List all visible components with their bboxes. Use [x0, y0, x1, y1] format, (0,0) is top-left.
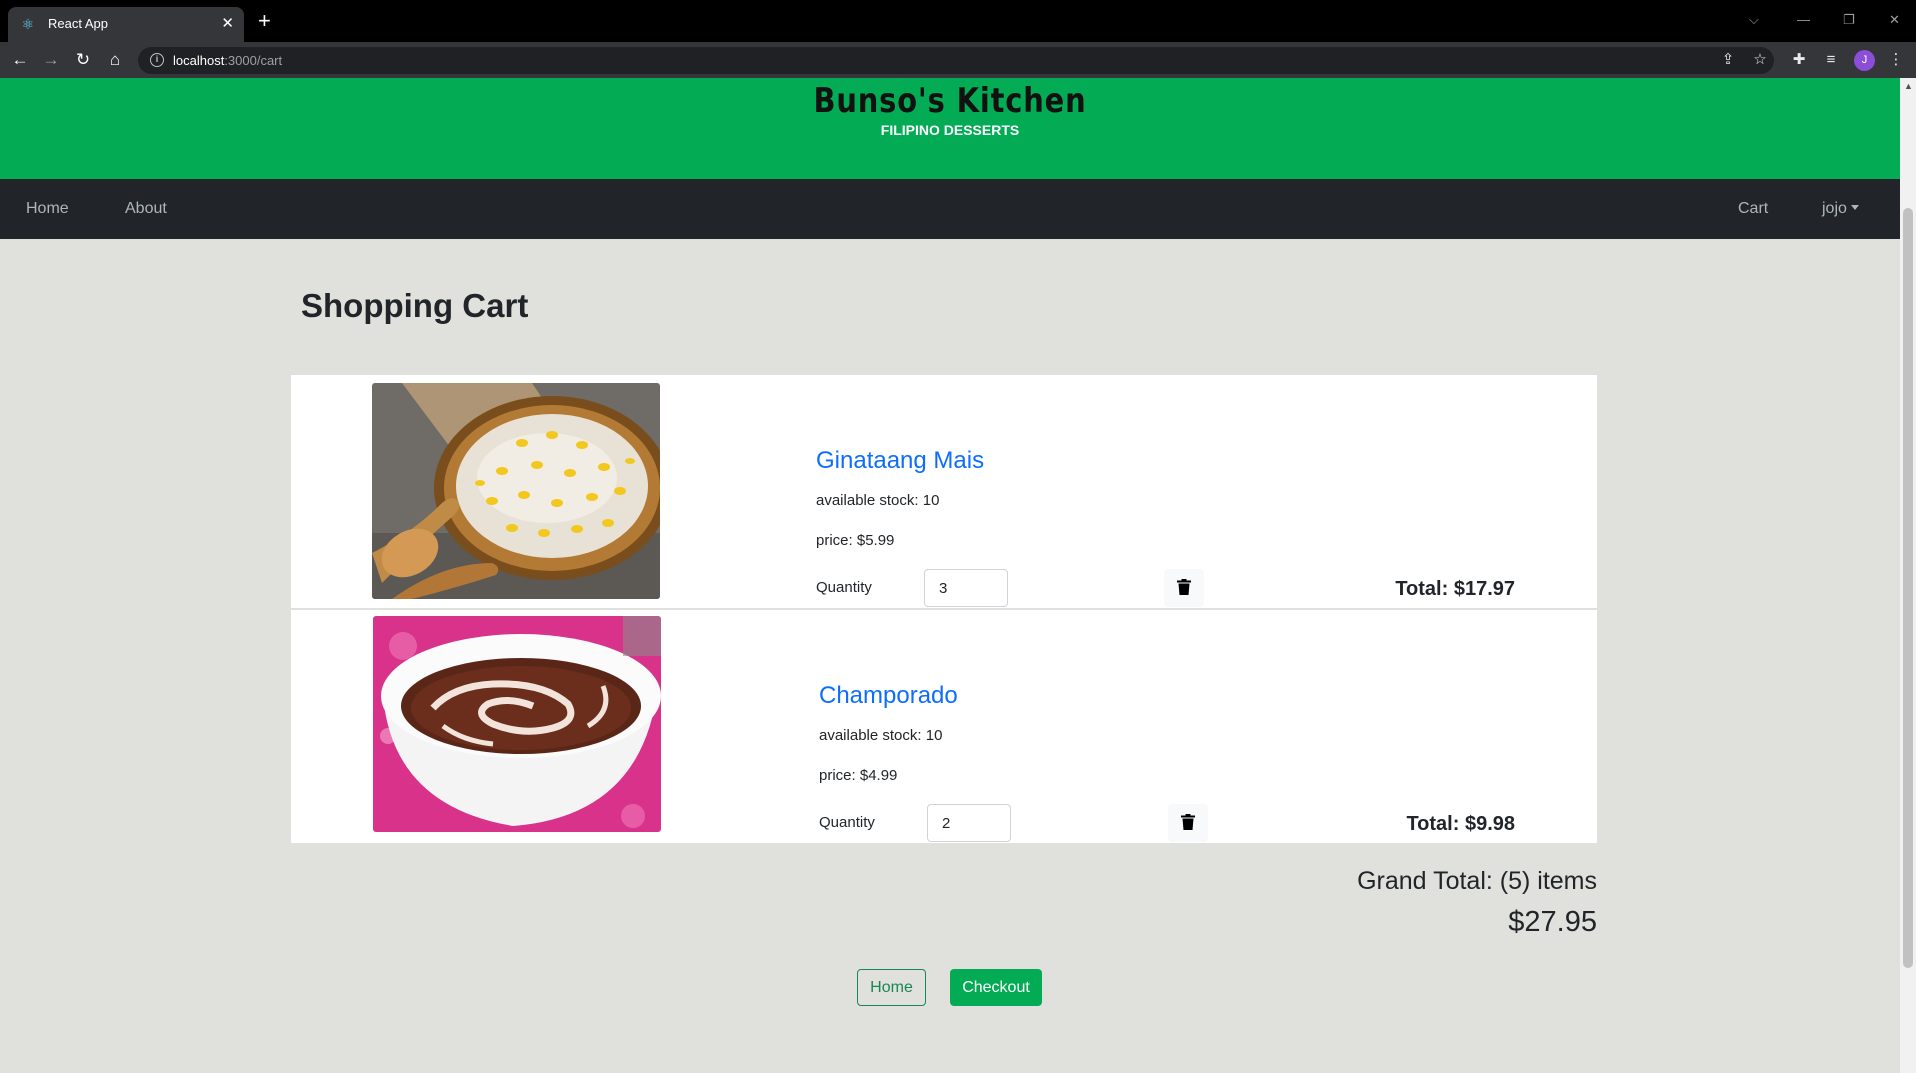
item-name-link[interactable]: Champorado — [819, 681, 958, 711]
star-icon[interactable]: ☆ — [1750, 50, 1770, 70]
user-dropdown[interactable]: jojo — [1822, 199, 1859, 219]
address-bar[interactable]: i localhost:3000/cart — [138, 47, 1774, 74]
puzzle-icon[interactable]: ✚ — [1789, 50, 1809, 70]
page-title: Shopping Cart — [301, 287, 529, 324]
media-icon[interactable]: ≡ — [1821, 50, 1841, 70]
browser-tab[interactable]: ⚛ React App ✕ — [8, 7, 244, 42]
product-image-ginataang-mais — [372, 383, 660, 599]
nav-home-link[interactable]: Home — [26, 199, 69, 219]
product-image-champorado — [373, 616, 661, 832]
grand-total-label: Grand Total: (5) items — [1357, 867, 1597, 895]
nav-about-link[interactable]: About — [125, 199, 167, 219]
profile-avatar[interactable]: J — [1854, 50, 1875, 71]
item-stock: available stock: 10 — [819, 727, 943, 744]
home-button[interactable]: Home — [857, 969, 926, 1006]
trash-icon — [1177, 578, 1191, 595]
close-window-icon[interactable]: ✕ — [1889, 12, 1900, 28]
item-name-link[interactable]: Ginataang Mais — [816, 446, 984, 476]
url-path: :3000/cart — [224, 53, 283, 68]
remove-item-button[interactable] — [1168, 804, 1208, 842]
quantity-input[interactable] — [927, 804, 1011, 842]
quantity-label: Quantity — [819, 814, 875, 831]
item-stock: available stock: 10 — [816, 492, 940, 509]
page-viewport: Bunso's Kitchen FILIPINO DESSERTS Home A… — [0, 78, 1900, 1073]
browser-tab-strip: ⚛ React App ✕ + ⌵ — ❐ ✕ — [0, 0, 1916, 42]
site-navbar: Home About Cart jojo — [0, 179, 1900, 239]
quantity-input[interactable] — [924, 569, 1008, 607]
tab-title: React App — [48, 16, 108, 31]
brand-title: Bunso's Kitchen — [813, 81, 1087, 121]
item-total: Total: $9.98 — [1406, 813, 1515, 835]
url-host: localhost — [173, 53, 225, 68]
nav-cart-link[interactable]: Cart — [1738, 199, 1768, 219]
scroll-up-arrow-icon[interactable]: ▲ — [1904, 81, 1913, 91]
brand-subtitle: FILIPINO DESSERTS — [880, 122, 1020, 138]
info-icon[interactable]: i — [150, 53, 164, 67]
url-text[interactable]: localhost:3000/cart — [173, 53, 282, 69]
new-tab-icon[interactable]: + — [258, 10, 271, 32]
reload-icon[interactable]: ↻ — [73, 50, 93, 70]
arrow-left-icon[interactable]: ← — [10, 50, 30, 70]
grand-total-value: $27.95 — [1508, 906, 1597, 938]
react-icon: ⚛ — [21, 16, 35, 32]
browser-toolbar: ← → ↻ ⌂ i localhost:3000/cart ⇪ ☆ ✚ ≡ J … — [0, 42, 1916, 78]
scrollbar-thumb[interactable] — [1903, 208, 1913, 968]
tab-search-icon[interactable]: ⌵ — [1749, 12, 1759, 28]
user-name: jojo — [1822, 200, 1847, 217]
minimize-icon[interactable]: — — [1797, 12, 1810, 28]
home-icon[interactable]: ⌂ — [105, 50, 125, 70]
arrow-right-icon[interactable]: → — [41, 50, 61, 70]
trash-icon — [1181, 813, 1195, 830]
checkout-button[interactable]: Checkout — [950, 969, 1042, 1006]
quantity-label: Quantity — [816, 579, 872, 596]
restore-icon[interactable]: ❐ — [1843, 12, 1855, 28]
remove-item-button[interactable] — [1164, 569, 1204, 607]
close-tab-icon[interactable]: ✕ — [221, 15, 234, 33]
cart-item: Ginataang Mais available stock: 10 price… — [291, 375, 1597, 608]
kebab-menu-icon[interactable]: ⋮ — [1886, 50, 1906, 70]
item-total: Total: $17.97 — [1395, 578, 1515, 600]
chevron-down-icon — [1850, 205, 1859, 210]
share-icon[interactable]: ⇪ — [1718, 50, 1738, 70]
page-scrollbar[interactable]: ▲ — [1900, 78, 1916, 1073]
item-price: price: $4.99 — [819, 767, 898, 784]
cart-item: Champorado available stock: 10 price: $4… — [291, 610, 1597, 843]
brand-header: Bunso's Kitchen FILIPINO DESSERTS — [0, 78, 1900, 179]
item-price: price: $5.99 — [816, 532, 895, 549]
